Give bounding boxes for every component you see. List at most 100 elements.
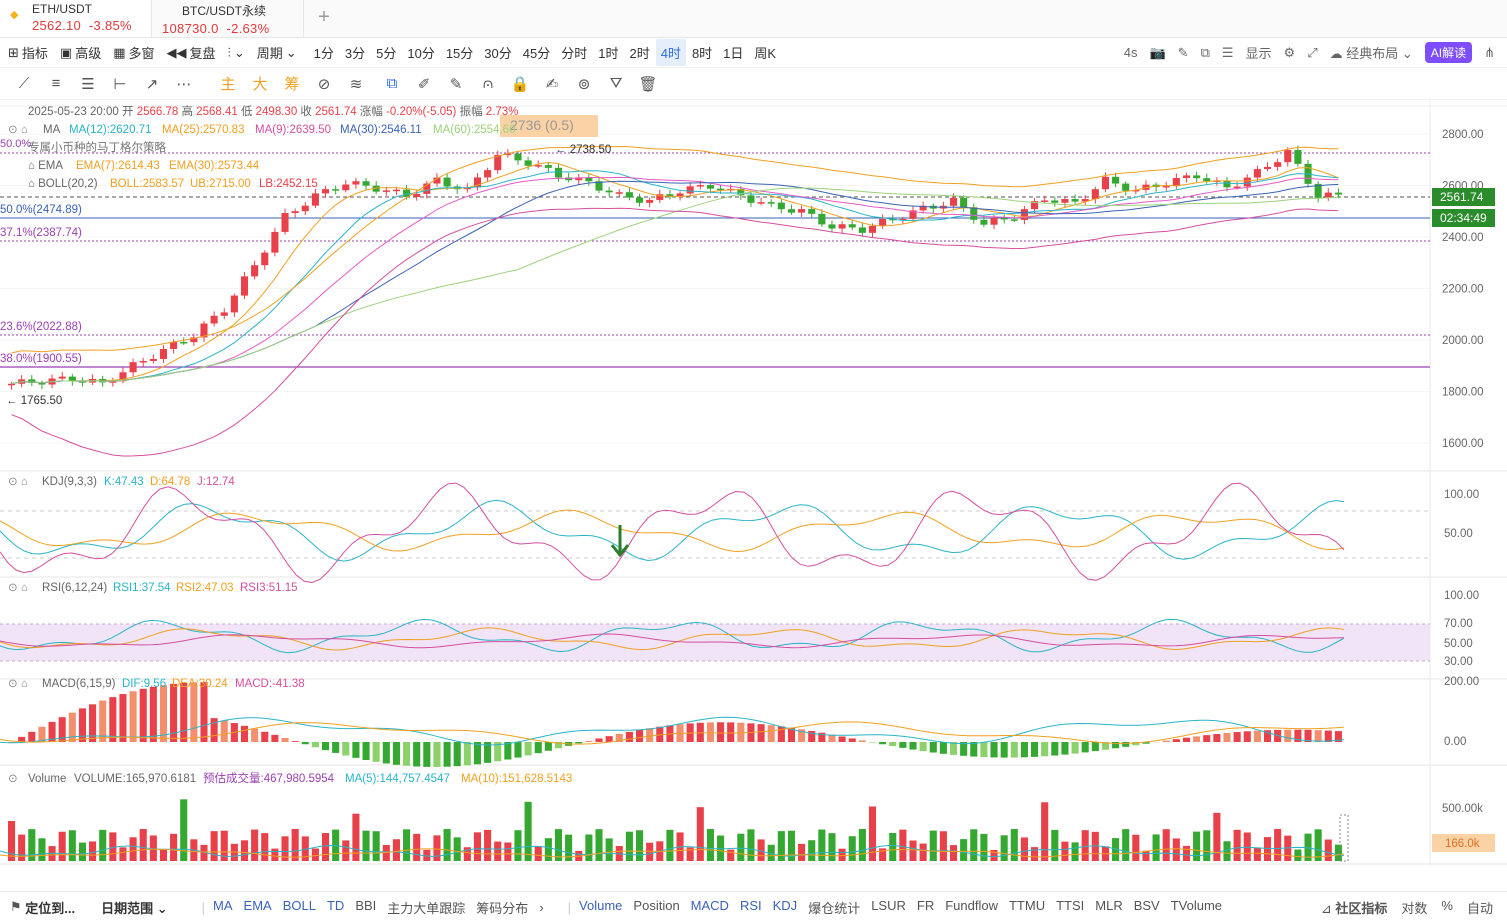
filter-icon[interactable]: ⛛ <box>600 75 632 92</box>
annotation-icon[interactable]: ≋ <box>340 75 372 93</box>
main-ind-6[interactable]: 筹码分布 <box>476 898 528 917</box>
macd-bar <box>382 742 390 764</box>
interval-11[interactable]: 8时 <box>687 39 717 66</box>
fullscreen-window-icon[interactable]: ⧉ <box>1201 45 1210 61</box>
volume-bar <box>1020 837 1028 861</box>
macd-bar <box>1081 742 1089 753</box>
interval-7[interactable]: 分时 <box>556 39 592 66</box>
sub-ind-10[interactable]: TTSI <box>1056 898 1084 917</box>
period-button[interactable]: 周期 ⌄ <box>257 43 297 62</box>
log-scale-button[interactable]: 对数 <box>1401 898 1427 917</box>
edit-box-icon[interactable]: ✍ <box>536 75 568 93</box>
display-button[interactable]: 显示 <box>1246 43 1272 62</box>
locate-icon[interactable]: ⚑ <box>10 899 25 915</box>
multi-window-button[interactable]: ▦ 多窗 <box>113 43 154 62</box>
channel-icon[interactable]: ☰ <box>72 75 104 93</box>
interval-1[interactable]: 3分 <box>340 39 370 66</box>
macd-bar <box>889 742 897 747</box>
ruler-icon[interactable]: ⩀ <box>472 75 504 92</box>
camera-icon[interactable]: 📷 <box>1149 45 1165 61</box>
main-ind-5[interactable]: 主力大单跟踪 <box>387 898 465 917</box>
main-ind-3[interactable]: TD <box>327 898 344 917</box>
more-tools-icon[interactable]: ⋯ <box>168 75 200 93</box>
percent-scale-button[interactable]: % <box>1441 898 1453 917</box>
interval-6[interactable]: 45分 <box>518 39 555 66</box>
main-ind-2[interactable]: BOLL <box>283 898 316 917</box>
sub-ind-1[interactable]: Position <box>633 898 679 917</box>
chevron-right-icon[interactable]: › <box>539 900 543 915</box>
share-icon[interactable]: ⋔ <box>1484 45 1495 61</box>
candle-type-icon: ⫶ <box>227 44 231 60</box>
sub-ind-9[interactable]: TTMU <box>1009 898 1045 917</box>
settings-list-icon[interactable]: ☰ <box>1222 45 1234 61</box>
auto-scale-button[interactable]: 自动 <box>1467 898 1493 917</box>
expand-icon[interactable]: ⤢ <box>1307 45 1317 61</box>
interval-2[interactable]: 5分 <box>371 39 401 66</box>
rsi-tick: 50.00 <box>1444 638 1473 650</box>
interval-0[interactable]: 1分 <box>309 39 339 66</box>
sub-ind-7[interactable]: FR <box>917 898 934 917</box>
lock-icon[interactable]: 🔒 <box>504 75 536 93</box>
macd-bar <box>585 740 593 742</box>
kdj-name: KDJ(9,3,3) <box>42 476 97 488</box>
sub-ind-2[interactable]: MACD <box>691 898 729 917</box>
arrow-line-icon[interactable]: ↗ <box>136 75 168 93</box>
sub-ind-13[interactable]: TVolume <box>1171 898 1222 917</box>
interval-12[interactable]: 1日 <box>718 39 748 66</box>
main-ind-4[interactable]: BBI <box>355 898 376 917</box>
horizontal-lines-icon[interactable]: ≡ <box>40 75 72 92</box>
sub-ind-12[interactable]: BSV <box>1134 898 1160 917</box>
layout-button[interactable]: ☁ 经典布局 ⌄ <box>1330 43 1413 62</box>
interval-4[interactable]: 15分 <box>441 39 478 66</box>
refresh-rate[interactable]: 4s <box>1124 45 1138 60</box>
chart-type-button[interactable]: ⫶ ⌄ <box>228 45 245 61</box>
sub-ind-3[interactable]: RSI <box>740 898 762 917</box>
tab-btc[interactable]: BTC/USDT永续 108730.0 -2.63% <box>152 0 304 37</box>
pen-icon[interactable]: ✐ <box>408 75 440 93</box>
pencil-icon[interactable]: ✎ <box>1178 45 1189 61</box>
sub-ind-5[interactable]: 爆仓统计 <box>808 898 860 917</box>
candle-body <box>443 177 451 187</box>
macd-bar <box>1071 742 1079 754</box>
interval-3[interactable]: 10分 <box>402 39 439 66</box>
brush-icon[interactable]: ✎ <box>440 75 472 93</box>
fib-icon[interactable]: ⊘ <box>308 75 340 93</box>
sub-ind-8[interactable]: Fundflow <box>945 898 998 917</box>
volume-bar <box>1061 841 1069 861</box>
tab-eth[interactable]: ◆ ETH/USDT 2562.10 -3.85% <box>0 0 152 37</box>
gear-icon[interactable]: ⚙ <box>1284 45 1296 61</box>
sub-ind-4[interactable]: KDJ <box>773 898 798 917</box>
replay-button[interactable]: ◀◀ 复盘 <box>167 43 216 62</box>
ai-analysis-button[interactable]: AI解读 <box>1424 42 1473 63</box>
tab-eth-name: ETH/USDT <box>32 2 92 16</box>
macd-bar <box>129 691 137 742</box>
interval-5[interactable]: 30分 <box>479 39 516 66</box>
interval-8[interactable]: 1时 <box>593 39 623 66</box>
big-order-toggle[interactable]: 大 <box>244 73 276 94</box>
interval-9[interactable]: 2时 <box>624 39 654 66</box>
volume-bar <box>1122 829 1130 861</box>
sub-ind-6[interactable]: LSUR <box>871 898 906 917</box>
community-indicator-button[interactable]: ⊿ 社区指标 <box>1321 898 1388 917</box>
trash-icon[interactable]: 🗑 <box>632 75 664 93</box>
main-ind-0[interactable]: MA <box>213 898 233 917</box>
add-tab-icon[interactable]: + <box>304 0 344 37</box>
volume-bar <box>99 829 107 861</box>
candle-body <box>696 185 704 187</box>
interval-10[interactable]: 4时 <box>655 39 686 66</box>
chip-toggle[interactable]: 筹 <box>276 73 308 94</box>
trend-line-icon[interactable]: ⟋ <box>8 75 40 92</box>
main-ind-1[interactable]: EMA <box>244 898 272 917</box>
sub-ind-0[interactable]: Volume <box>579 898 622 917</box>
main-chart-toggle[interactable]: 主 <box>212 73 244 94</box>
advanced-button[interactable]: ▣ 高级 <box>60 43 101 62</box>
copy-icon[interactable]: ⧉ <box>376 75 408 92</box>
interval-13[interactable]: 周K <box>749 39 781 66</box>
indicator-button[interactable]: ⊞ 指标 <box>8 43 48 62</box>
magnet-icon[interactable]: ⊚ <box>568 75 600 93</box>
kline-chart[interactable]: 2025-05-23 20:00 开 2566.78 高 2568.41 低 2… <box>0 101 1507 866</box>
date-range-button[interactable]: 日期范围 ⌄ <box>101 898 168 917</box>
horizontal-ray-icon[interactable]: ⊢ <box>104 75 136 93</box>
locate-button[interactable]: 定位到... <box>25 898 75 917</box>
sub-ind-11[interactable]: MLR <box>1095 898 1122 917</box>
